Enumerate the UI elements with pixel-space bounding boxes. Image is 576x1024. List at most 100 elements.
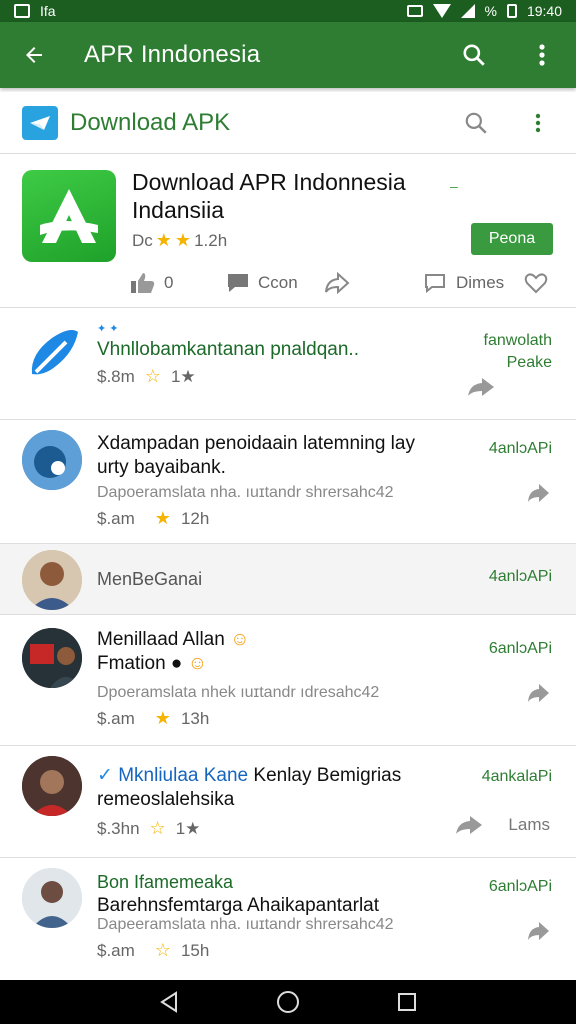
- app-name-line2: Indansiia: [132, 197, 225, 223]
- open-button[interactable]: Peona: [471, 223, 553, 255]
- share-button[interactable]: Lams: [454, 814, 550, 836]
- avatar: [22, 756, 82, 816]
- item-action[interactable]: 6anlɔAPi: [489, 878, 552, 896]
- like-button[interactable]: 0: [130, 272, 173, 294]
- arrow-left-icon[interactable]: [18, 39, 50, 71]
- app-logo-icon: [22, 170, 116, 262]
- item-meta: $.am ★ 13h: [97, 708, 209, 729]
- dimes-label: Dimes: [456, 273, 505, 292]
- share-icon[interactable]: [526, 482, 550, 509]
- plane-icon: [22, 105, 58, 140]
- share-button[interactable]: [324, 272, 350, 294]
- home-circle-icon[interactable]: [272, 986, 304, 1018]
- share-icon[interactable]: [466, 376, 496, 403]
- emoji-icon: ☺: [230, 629, 250, 650]
- like-count: 0: [164, 273, 174, 292]
- item-title-line1: Menillaad Allan: [97, 629, 225, 650]
- list-item[interactable]: Bon Ifamemeaka Barehnsfemtarga Ahaikapan…: [0, 858, 576, 980]
- item-title-line2: Fmation: [97, 653, 166, 674]
- heart-icon: [524, 273, 548, 294]
- item-title-line2: Barehnsfemtarga Ahaikapantarlat: [97, 895, 380, 916]
- status-indicator: Ifa: [40, 3, 56, 19]
- rating-count: 1.2h: [194, 230, 228, 250]
- list-item[interactable]: Menillaad Allan ☺ Fmation ● ☺ Dpoeramsla…: [0, 616, 576, 746]
- verified-icon: ✦ ✦: [97, 323, 119, 335]
- avatar: [22, 430, 82, 490]
- more-vertical-icon[interactable]: [526, 39, 558, 71]
- item-time: 12h: [180, 508, 210, 528]
- item-title-line2: remeoslalehsika: [97, 789, 235, 810]
- list-item[interactable]: ✦ ✦ Vhnllobamkantanan pnaldqan.. $.8m ☆ …: [0, 310, 576, 420]
- image-icon: [14, 4, 30, 18]
- item-size: $.am: [97, 940, 135, 960]
- status-bar: Ifa % 19:40: [0, 0, 576, 22]
- search-icon[interactable]: [458, 39, 490, 71]
- comment-button[interactable]: Ccon: [226, 272, 298, 294]
- avatar: [22, 628, 82, 688]
- app-name-line1: Download APR Indonnesia: [132, 169, 406, 195]
- item-title: ✓ Mknliulaa Kane Kenlay Bemigrias remeos…: [97, 764, 427, 812]
- favorite-button[interactable]: [524, 272, 548, 294]
- section-action[interactable]: 4anlɔAPi: [489, 568, 552, 586]
- app-name: Download APR Indonnesia Indansiia: [132, 168, 462, 224]
- verified-icon: ✓: [97, 765, 113, 786]
- item-action[interactable]: fanwolath Peake: [484, 332, 553, 372]
- badge-icon: ●: [170, 653, 183, 674]
- item-title-prefix: Mknliulaa Kane: [118, 765, 249, 786]
- list-item[interactable]: Xdampadan penoidaain latemning lay urty …: [0, 420, 576, 544]
- item-subtitle: Dapoeramslata nha. ıuɪtandr shrersahc42: [97, 484, 394, 501]
- item-action-line1: fanwolath: [483, 332, 553, 349]
- avatar: [22, 550, 82, 610]
- hero-actions-row: 0 Ccon Dimes: [128, 268, 558, 298]
- item-action[interactable]: 4ankalaPi: [482, 768, 552, 786]
- item-title: Xdampadan penoidaain latemning lay urty …: [97, 433, 415, 478]
- wifi-icon: [432, 4, 451, 18]
- rating-prefix: Dc: [132, 230, 153, 250]
- star-icon: ☆: [154, 940, 171, 960]
- title-dash: –: [450, 178, 458, 194]
- share-icon[interactable]: [526, 920, 550, 947]
- item-meta: $.am ★ 12h: [97, 508, 209, 529]
- item-time: 15h: [180, 940, 210, 960]
- more-vertical-icon[interactable]: [522, 107, 554, 139]
- item-action[interactable]: 4anlɔAPi: [489, 440, 552, 458]
- comment-label: Ccon: [258, 273, 298, 292]
- item-action-line2: Peake: [506, 354, 552, 371]
- emoji-icon: ☺: [187, 653, 208, 674]
- download-apk-bar: Download APK: [0, 92, 576, 154]
- item-meta: $.8m ☆ 1★: [97, 366, 196, 387]
- star-icon: ★: [154, 708, 171, 728]
- item-meta: $.am ☆ 15h: [97, 940, 209, 961]
- item-time: 13h: [180, 708, 210, 728]
- dimes-button[interactable]: Dimes: [424, 272, 504, 294]
- item-extra: 1★: [170, 366, 196, 386]
- item-title: Vhnllobamkantanan pnaldqan..: [97, 339, 359, 360]
- back-triangle-icon[interactable]: [153, 986, 185, 1018]
- recents-square-icon[interactable]: [391, 986, 423, 1018]
- share-icon[interactable]: [526, 682, 550, 709]
- app-title: APR Inndonesia: [84, 41, 261, 68]
- search-icon[interactable]: [460, 107, 492, 139]
- section-header[interactable]: MenBeGanai 4anlɔAPi: [0, 543, 576, 615]
- section-label: MenBeGanai: [97, 569, 203, 589]
- item-extra: 1★: [175, 818, 201, 838]
- item-size: $.am: [97, 708, 135, 728]
- star-icon: ★: [154, 508, 171, 528]
- item-title-rest: Kenlay Bemigrias: [253, 765, 402, 786]
- share-icon: [325, 272, 350, 294]
- star-icon: ★: [174, 230, 192, 250]
- item-size: $.8m: [97, 366, 135, 386]
- system-nav-bar: [0, 980, 576, 1024]
- star-icon: ★: [155, 230, 172, 250]
- chat-icon: [425, 274, 445, 294]
- feather-logo-icon: [22, 324, 82, 384]
- status-time: 19:40: [526, 3, 562, 19]
- list-item[interactable]: ✓ Mknliulaa Kane Kenlay Bemigrias remeos…: [0, 746, 576, 858]
- sub-title: Download APK: [70, 108, 231, 136]
- item-subtitle: Dpoeramslata nhek ıuɪtandr ıdresahc42: [97, 684, 380, 701]
- item-action[interactable]: 6anlɔAPi: [489, 640, 552, 658]
- share-icon: [456, 816, 483, 834]
- app-bar: APR Inndonesia: [0, 22, 576, 88]
- star-icon: ☆: [144, 366, 161, 386]
- thumbs-up-icon: [131, 273, 155, 293]
